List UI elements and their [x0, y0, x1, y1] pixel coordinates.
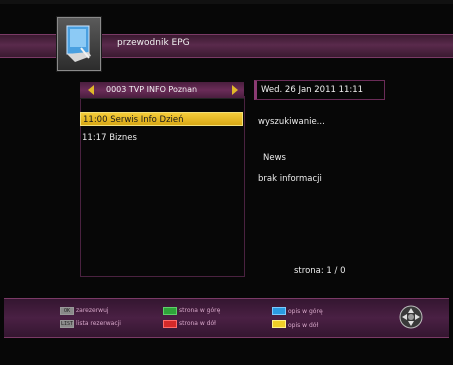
footer-band	[4, 298, 449, 338]
red-key-label: strona w dół	[179, 320, 216, 327]
arrow-right-icon[interactable]	[232, 85, 238, 95]
channel-name: 0003 TVP INFO Poznan	[106, 85, 198, 94]
blue-key-label: opis w górę	[288, 308, 323, 315]
channel-selector[interactable]: 0003 TVP INFO Poznan	[80, 82, 244, 99]
green-key-label: strona w górę	[179, 307, 221, 314]
datetime-box: Wed. 26 Jan 2011 11:11	[254, 80, 385, 100]
list-key-icon[interactable]: LIST	[60, 320, 74, 328]
yellow-key-icon[interactable]	[272, 320, 286, 328]
top-frame	[0, 0, 453, 4]
datetime-text: Wed. 26 Jan 2011 11:11	[261, 85, 364, 95]
bottom-frame	[0, 338, 453, 365]
list-key-label: lista rezerwacji	[76, 320, 121, 327]
epg-guide-icon	[57, 17, 101, 71]
ok-key-icon[interactable]: OK	[60, 307, 74, 315]
page-title: przewodnik EPG	[117, 38, 190, 48]
red-key-icon[interactable]	[163, 320, 177, 328]
green-key-icon[interactable]	[163, 307, 177, 315]
ok-key-label: zarezerwuj	[76, 307, 109, 314]
page-indicator: strona: 1 / 0	[294, 266, 346, 276]
event-label: 11:17 Biznes	[82, 133, 137, 143]
event-info: brak informacji	[258, 174, 322, 184]
arrow-left-icon[interactable]	[88, 85, 94, 95]
search-status: wyszukiwanie...	[258, 117, 325, 127]
navigation-pad-icon	[399, 305, 423, 333]
blue-key-icon[interactable]	[272, 307, 286, 315]
event-genre: News	[263, 153, 286, 163]
event-row-selected[interactable]: 11:00 Serwis Info Dzień	[80, 112, 243, 126]
event-row[interactable]: 11:17 Biznes	[80, 131, 243, 145]
event-label: 11:00 Serwis Info Dzień	[83, 115, 184, 125]
yellow-key-label: opis w dół	[288, 322, 319, 329]
